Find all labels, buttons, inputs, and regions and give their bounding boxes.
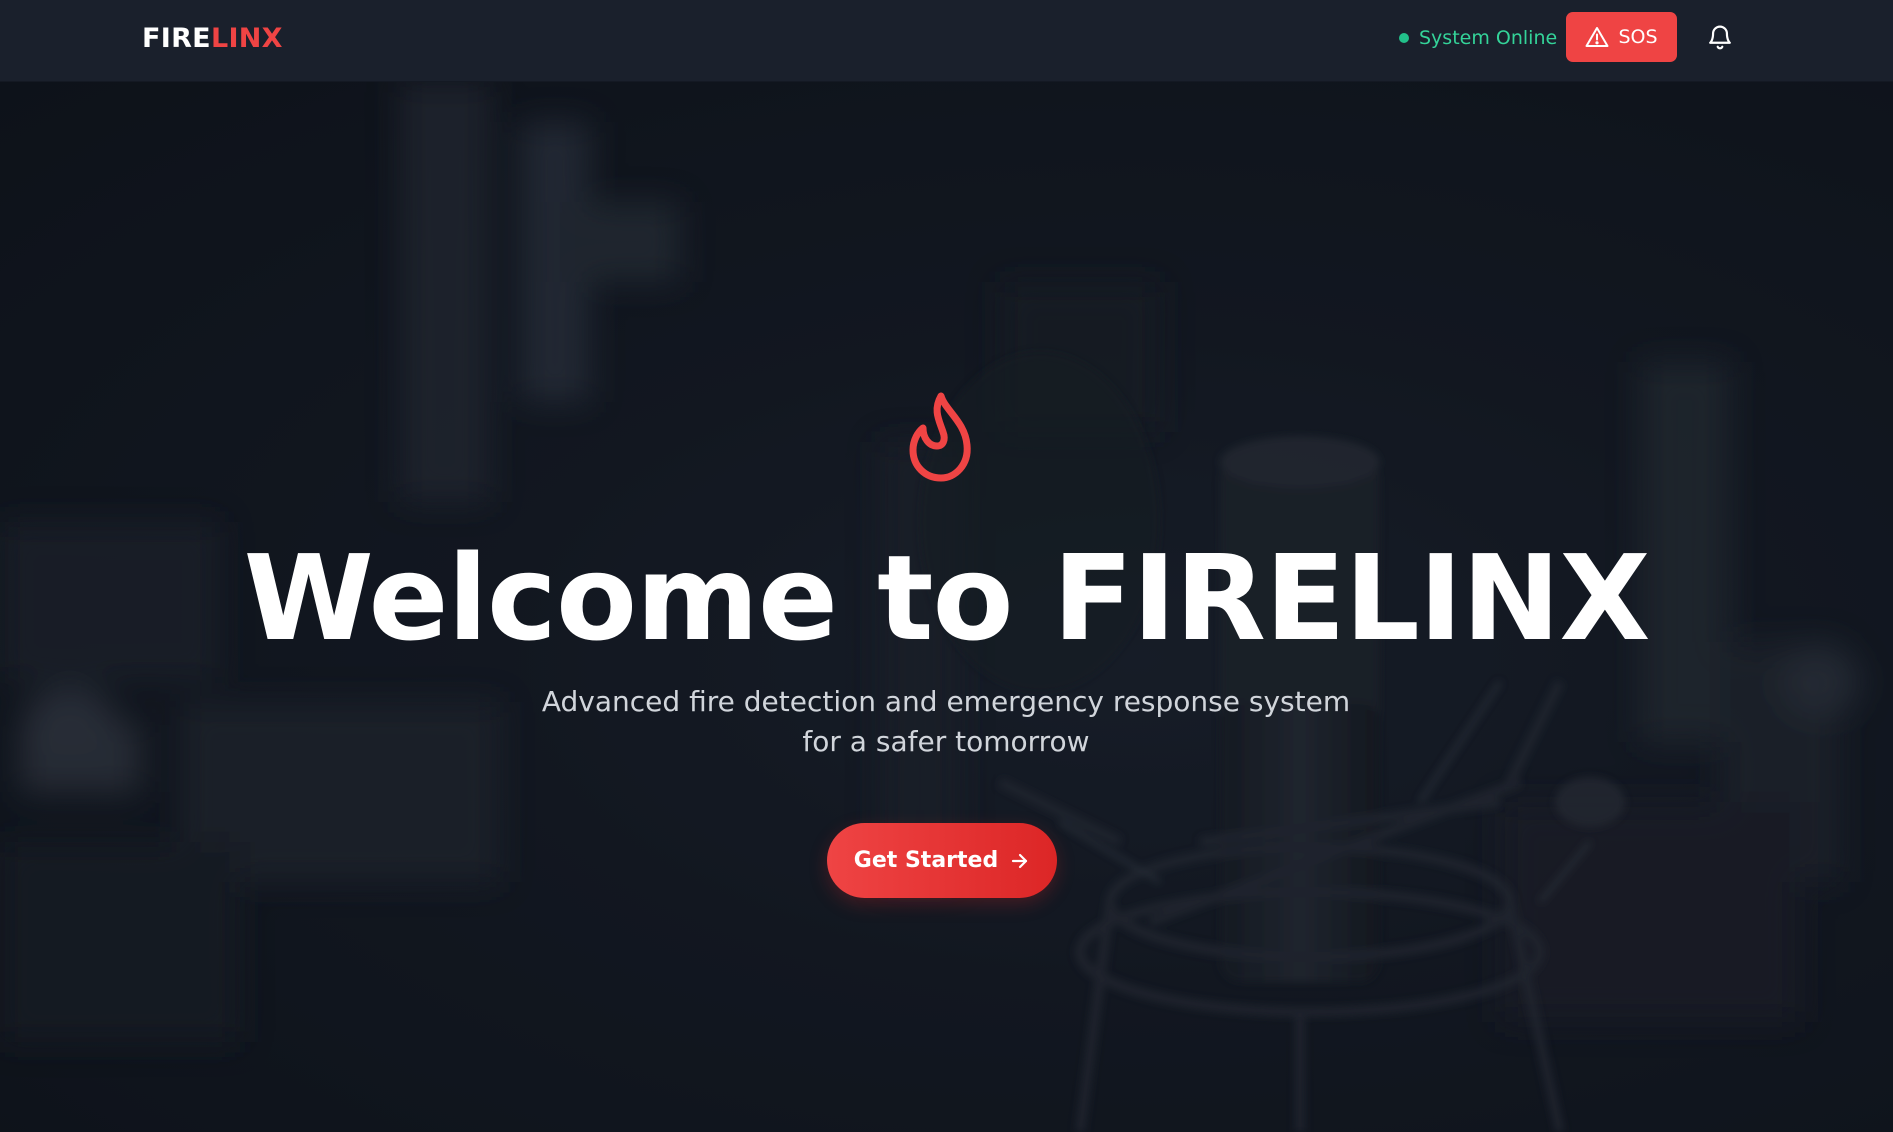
system-status-label: System Online	[1419, 27, 1558, 49]
logo-text-linx: LINX	[210, 23, 283, 54]
page: FIRELINX System Online SOS Welcome to FI…	[0, 0, 1893, 1132]
system-status: System Online	[1399, 25, 1557, 51]
sos-button-label: SOS	[1618, 26, 1658, 48]
bell-icon[interactable]	[1706, 22, 1734, 52]
arrow-right-icon	[1010, 851, 1030, 871]
hero-subtitle: Advanced fire detection and emergency re…	[541, 685, 1351, 758]
get-started-button[interactable]: Get Started	[827, 823, 1057, 898]
get-started-label: Get Started	[853, 848, 999, 873]
status-dot-icon	[1399, 33, 1409, 43]
logo[interactable]: FIRELINX	[142, 21, 283, 57]
logo-text-fire: FIRE	[142, 23, 211, 54]
sos-button[interactable]: SOS	[1566, 12, 1677, 62]
warning-triangle-icon	[1585, 26, 1609, 48]
hero-title: Welcome to FIRELINX	[243, 529, 1651, 667]
flame-icon	[903, 390, 979, 484]
top-navbar: FIRELINX System Online SOS	[0, 0, 1893, 82]
hero-section: Welcome to FIRELINX Advanced fire detect…	[0, 82, 1893, 1132]
